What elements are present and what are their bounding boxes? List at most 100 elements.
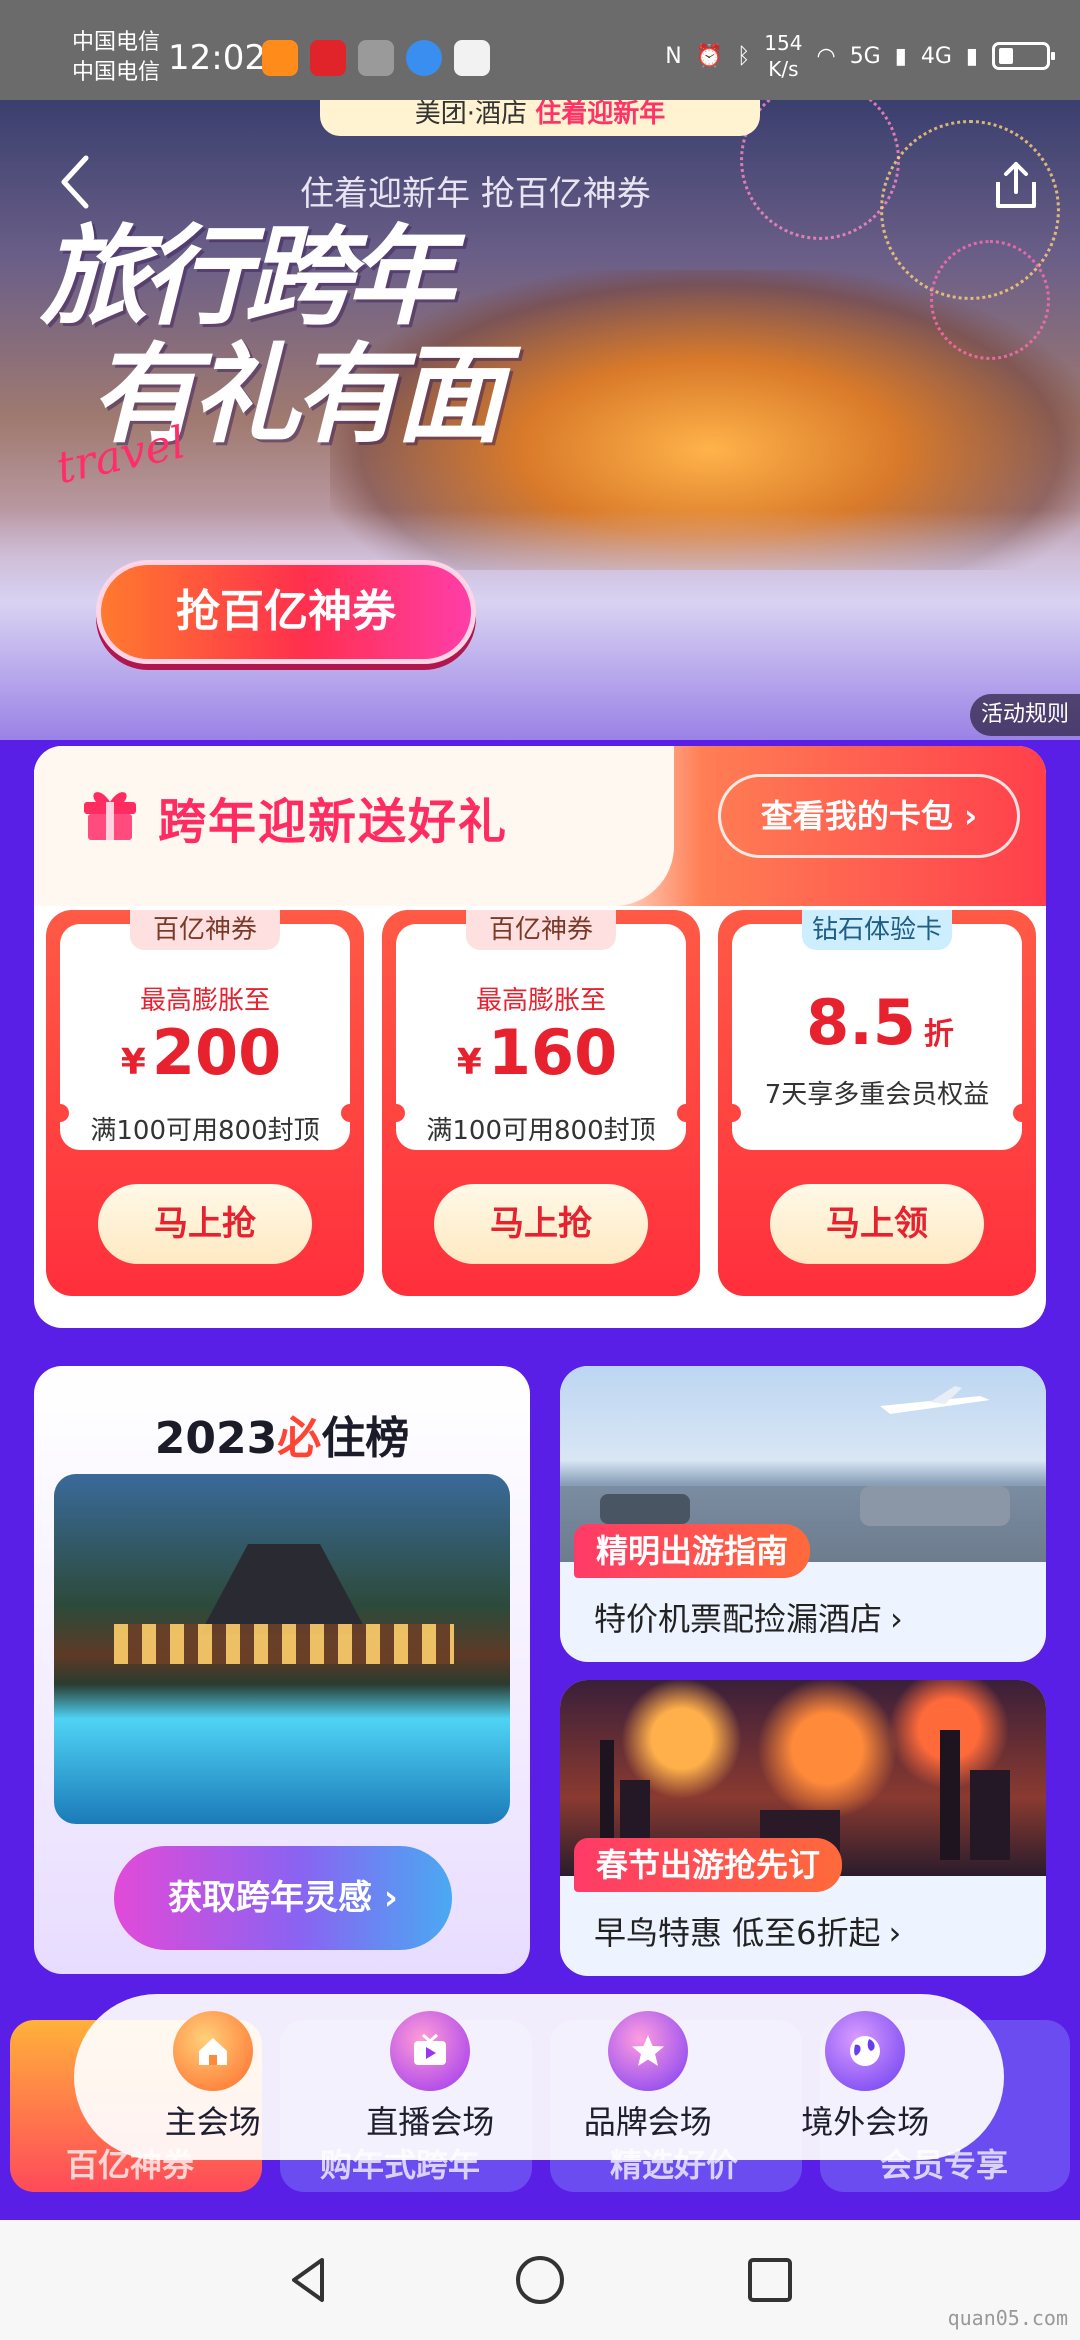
net-speed-value: 154 xyxy=(764,31,803,55)
get-inspiration-button[interactable]: 获取跨年灵感 › xyxy=(114,1846,452,1950)
shopping-app-icon xyxy=(310,40,346,76)
coupon-body: 百亿神券 最高膨胀至 ¥160 满100可用800封顶 xyxy=(387,910,695,1150)
guide-description: 特价机票配捡漏酒店 › xyxy=(594,1594,903,1640)
venue-tab-label: 境外会场 xyxy=(801,2103,930,2141)
share-icon xyxy=(996,162,1036,208)
chevron-left-icon xyxy=(61,155,89,209)
coupon-tag: 钻石体验卡 xyxy=(802,910,952,950)
activity-rules-button[interactable]: 活动规则 xyxy=(970,694,1080,736)
firework-decoration xyxy=(930,240,1050,360)
coupon-unit: 折 xyxy=(923,1017,954,1052)
spring-tag: 春节出游抢先订 xyxy=(574,1838,843,1892)
ranking-panel[interactable]: 2023必住榜 获取跨年灵感 › xyxy=(34,1366,530,1974)
hand-app-icon xyxy=(358,40,394,76)
ranking-title: 2023必住榜 xyxy=(34,1402,530,1466)
hero-brand-banner: 美团·酒店 住着迎新年 xyxy=(320,100,760,136)
bluetooth-icon: ᛒ xyxy=(737,43,751,69)
signal-bars-icon-2: ▮ xyxy=(965,43,978,69)
resort-image xyxy=(54,1474,510,1824)
watermark: quan05.com xyxy=(947,2306,1068,2330)
coupon-value: 160 xyxy=(487,1016,618,1089)
home-icon xyxy=(172,2011,253,2091)
coupon-subtitle: 最高膨胀至 xyxy=(475,986,606,1016)
hero-subtitle: 住着迎新年 抢百亿神券 xyxy=(300,174,651,214)
hero-title-line1: 旅行跨年 xyxy=(40,214,454,340)
coupon-list: 百亿神券 最高膨胀至 ¥200 满100可用800封顶 马上抢 百亿神券 最高膨… xyxy=(42,910,1038,1296)
coupon-tag: 百亿神券 xyxy=(466,910,616,950)
coupon-condition: 满100可用800封顶 xyxy=(426,1116,656,1146)
nfc-icon: N xyxy=(665,43,682,69)
spring-desc-text: 早鸟特惠 低至6折起 xyxy=(594,1914,881,1952)
browser-app-icon xyxy=(406,40,442,76)
ranking-mark: 必 xyxy=(277,1413,322,1464)
carrier-2: 中国电信 xyxy=(72,60,161,85)
hero-banner: 美团·酒店 住着迎新年 住着迎新年 抢百亿神券 旅行跨年 有礼有面 travel… xyxy=(0,100,1080,740)
hero-title: 旅行跨年 有礼有面 xyxy=(40,214,504,454)
globe-icon xyxy=(825,2011,906,2091)
battery-icon xyxy=(992,42,1055,70)
venue-tab-bar: 主会场 直播会场 品牌会场 境外会场 xyxy=(74,1994,1004,2160)
chevron-right-icon: › xyxy=(890,1600,903,1638)
venue-tab-abroad[interactable]: 境外会场 xyxy=(765,2011,965,2143)
venue-tab-main[interactable]: 主会场 xyxy=(113,2011,313,2143)
venue-tab-label: 主会场 xyxy=(164,2103,261,2141)
guide-desc-text: 特价机票配捡漏酒店 xyxy=(594,1600,883,1638)
coupon-body: 百亿神券 最高膨胀至 ¥200 满100可用800封顶 xyxy=(51,910,359,1150)
coupon-condition: 满100可用800封顶 xyxy=(90,1116,320,1146)
gift-title: 跨年迎新送好礼 xyxy=(158,794,509,850)
firework-decoration xyxy=(740,100,900,240)
share-button[interactable] xyxy=(986,156,1046,216)
carrier-info: 中国电信 中国电信 xyxy=(72,28,160,88)
ranking-word: 住榜 xyxy=(321,1413,410,1464)
carrier-1: 中国电信 xyxy=(72,30,161,55)
travel-guide-panel[interactable]: 精明出游指南 特价机票配捡漏酒店 › xyxy=(560,1366,1046,1662)
home-circle-icon[interactable] xyxy=(510,2250,570,2310)
coupon-currency: ¥ xyxy=(120,1042,146,1083)
venue-tab-label: 直播会场 xyxy=(366,2103,495,2141)
spring-festival-panel[interactable]: 春节出游抢先订 早鸟特惠 低至6折起 › xyxy=(560,1680,1046,1976)
gift-icon xyxy=(84,792,136,840)
coupon-amount: 8.5 折 xyxy=(732,986,1022,1059)
coupon-card: 百亿神券 最高膨胀至 ¥200 满100可用800封顶 马上抢 xyxy=(46,910,364,1296)
venue-tab-live[interactable]: 直播会场 xyxy=(330,2011,530,2143)
clock: 12:02 xyxy=(168,38,266,78)
status-indicators: N ⏰ ᛒ 154 K/s ◠ 5G ▮ 4G ▮ xyxy=(665,30,1055,82)
brand-slogan: 住着迎新年 xyxy=(535,100,666,129)
status-bar: 中国电信 中国电信 12:02 N ⏰ ᛒ 154 K/s ◠ 5G ▮ 4G … xyxy=(0,0,1080,100)
ranking-year: 2023 xyxy=(154,1413,278,1464)
guide-tag: 精明出游指南 xyxy=(574,1524,811,1578)
star-icon xyxy=(607,2011,688,2091)
coupon-value: 200 xyxy=(151,1016,282,1089)
coupon-value: 8.5 xyxy=(806,986,916,1059)
signal-4g: 4G xyxy=(920,43,952,69)
grab-now-button[interactable]: 马上抢 xyxy=(98,1184,312,1264)
recent-apps-icon[interactable] xyxy=(740,2250,800,2310)
gift-section: 跨年迎新送好礼 查看我的卡包 › 百亿神券 最高膨胀至 ¥200 满100可用8… xyxy=(34,746,1046,1328)
back-button[interactable] xyxy=(52,152,100,209)
view-wallet-button[interactable]: 查看我的卡包 › xyxy=(718,774,1020,858)
coupon-card: 百亿神券 最高膨胀至 ¥160 满100可用800封顶 马上抢 xyxy=(382,910,700,1296)
net-speed-unit: K/s xyxy=(768,57,799,81)
back-triangle-icon[interactable] xyxy=(280,2250,340,2310)
signal-bars-icon: ▮ xyxy=(894,43,907,69)
grab-now-button[interactable]: 马上抢 xyxy=(434,1184,648,1264)
venue-tab-label: 品牌会场 xyxy=(583,2103,712,2141)
signal-5g: 5G xyxy=(849,43,881,69)
grab-coupon-button[interactable]: 抢百亿神券 xyxy=(96,560,476,664)
tv-icon xyxy=(390,2011,471,2091)
claim-now-button[interactable]: 马上领 xyxy=(770,1184,984,1264)
wifi-icon: ◠ xyxy=(816,43,836,69)
bag-app-icon xyxy=(454,40,490,76)
coupon-subtitle: 最高膨胀至 xyxy=(139,986,270,1016)
venue-tab-brand[interactable]: 品牌会场 xyxy=(548,2011,748,2143)
coupon-currency: ¥ xyxy=(456,1042,482,1083)
venue-navigation: 百亿神券 购年式跨年 精选好价 会员专享 主会场 直播会场 品牌会场 境外会场 xyxy=(0,1994,1080,2220)
spring-description: 早鸟特惠 低至6折起 › xyxy=(594,1908,901,1954)
resort-lights xyxy=(114,1624,454,1664)
coupon-card: 钻石体验卡 8.5 折 7天享多重会员权益 马上领 xyxy=(718,910,1036,1296)
coupon-amount: ¥160 xyxy=(396,1016,686,1089)
system-navigation-bar: quan05.com xyxy=(0,2220,1080,2340)
coupon-amount: ¥200 xyxy=(60,1016,350,1089)
coupon-condition: 7天享多重会员权益 xyxy=(764,1080,990,1110)
coupon-body: 钻石体验卡 8.5 折 7天享多重会员权益 xyxy=(723,910,1031,1150)
